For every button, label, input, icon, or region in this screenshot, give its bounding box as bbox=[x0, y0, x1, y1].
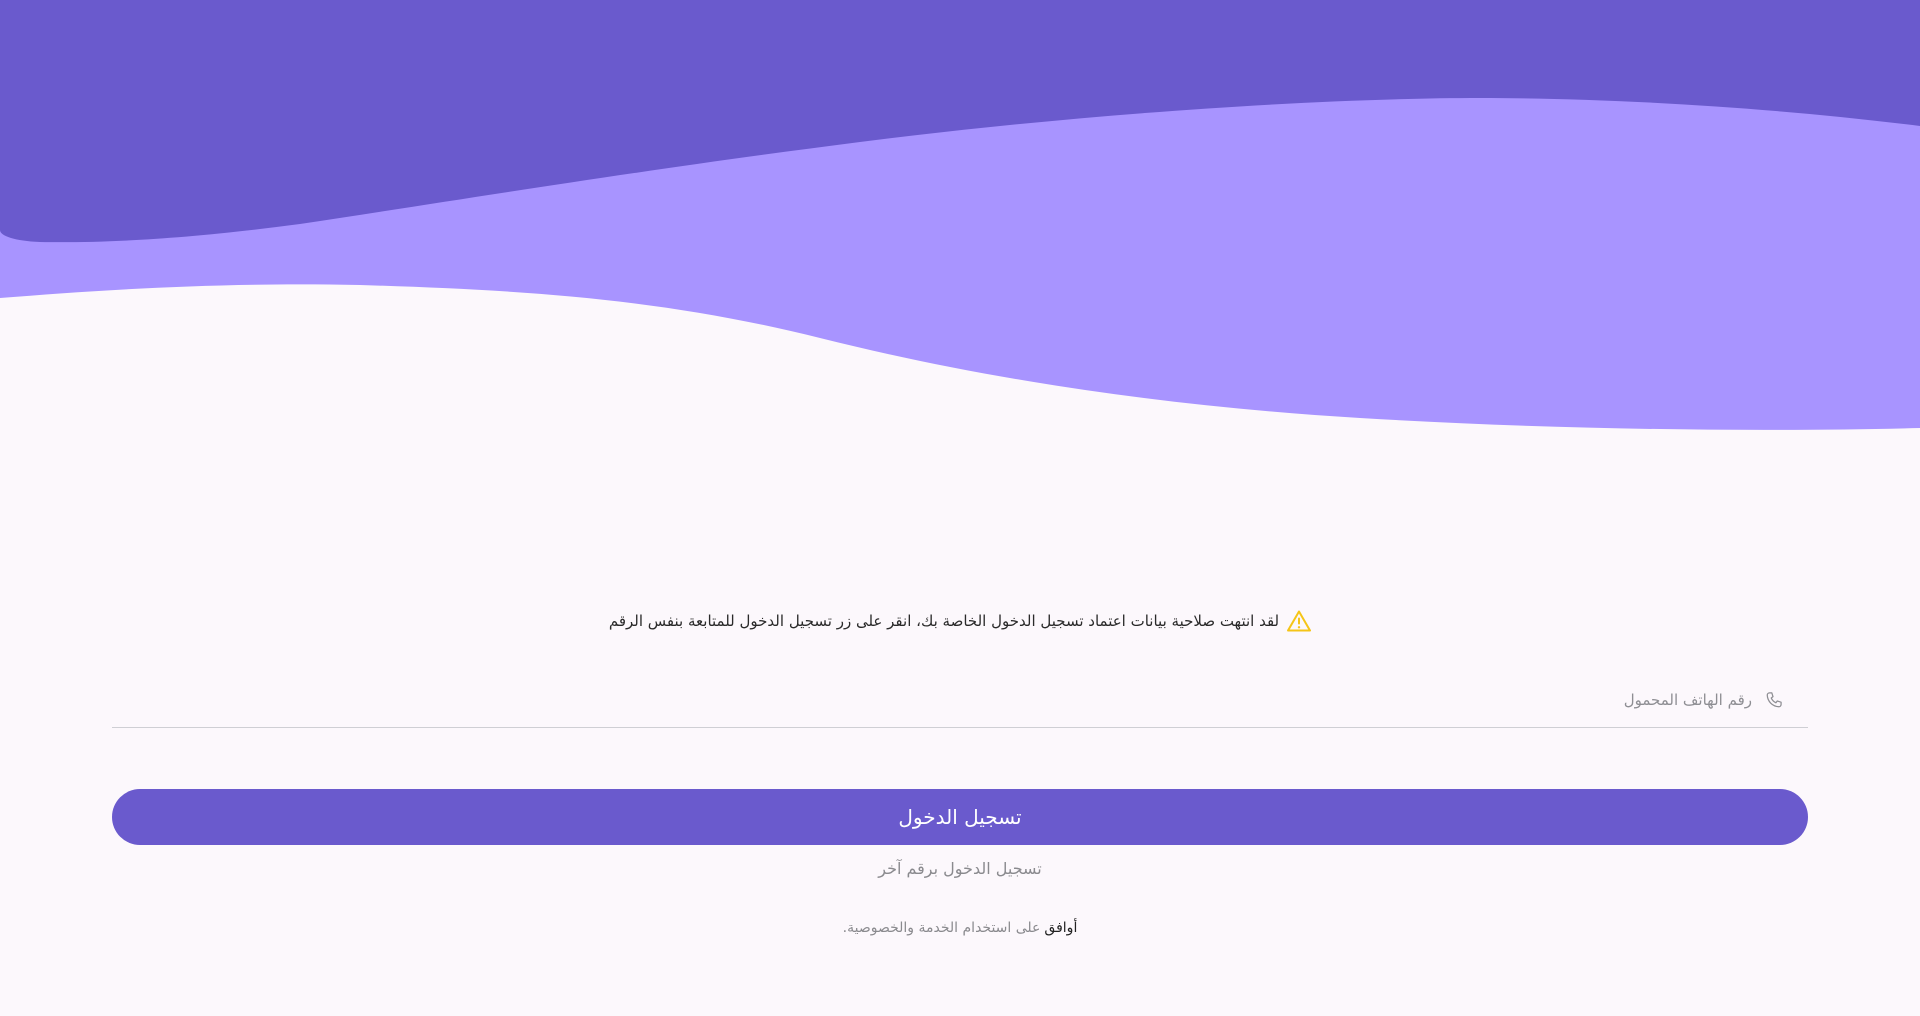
login-button-label: تسجيل الدخول bbox=[898, 805, 1022, 829]
agreement-text: على استخدام الخدمة والخصوصية. bbox=[842, 920, 1041, 936]
terms-agreement: أوافق على استخدام الخدمة والخصوصية. bbox=[0, 914, 1920, 942]
notice-text: لقد انتهت صلاحية بيانات اعتماد تسجيل الد… bbox=[608, 612, 1280, 630]
header-waves bbox=[0, 0, 1920, 430]
warning-icon bbox=[1287, 610, 1312, 632]
session-expired-notice: لقد انتهت صلاحية بيانات اعتماد تسجيل الد… bbox=[0, 606, 1920, 636]
phone-icon bbox=[1766, 691, 1782, 707]
agree-link[interactable]: أوافق bbox=[1044, 920, 1077, 936]
phone-input[interactable] bbox=[252, 679, 1752, 720]
phone-field[interactable] bbox=[112, 672, 1808, 728]
alt-login-row: تسجيل الدخول برقم آخر bbox=[0, 852, 1920, 884]
login-page: لقد انتهت صلاحية بيانات اعتماد تسجيل الد… bbox=[0, 0, 1920, 1016]
login-other-number-link[interactable]: تسجيل الدخول برقم آخر bbox=[878, 859, 1042, 878]
login-button[interactable]: تسجيل الدخول bbox=[112, 789, 1808, 845]
